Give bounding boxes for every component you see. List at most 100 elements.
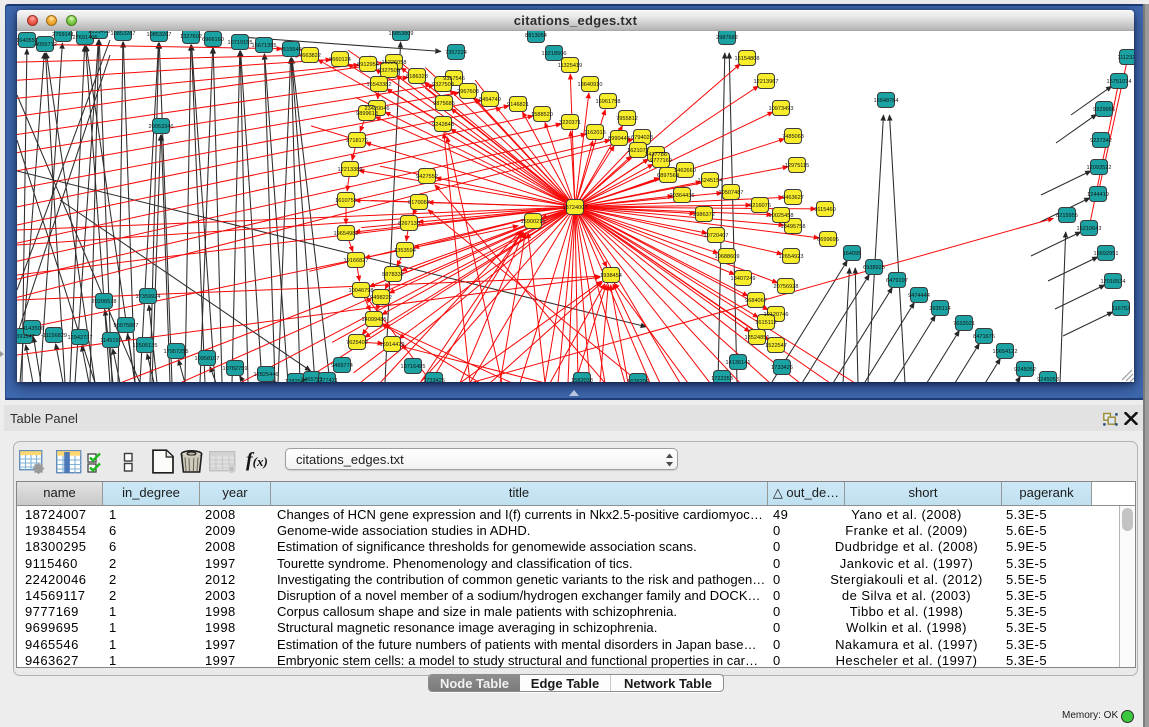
svg-text:14136141: 14136141 (726, 360, 751, 366)
svg-text:8471676: 8471676 (973, 334, 995, 340)
svg-text:8813054: 8813054 (525, 33, 547, 39)
svg-text:20756928: 20756928 (774, 284, 799, 290)
svg-text:17016534: 17016534 (1101, 279, 1126, 285)
svg-text:10025458: 10025458 (769, 213, 794, 219)
svg-text:9031403: 9031403 (88, 31, 110, 35)
svg-text:2769141: 2769141 (52, 32, 74, 38)
svg-text:9245052: 9245052 (1014, 367, 1036, 373)
svg-text:1522547: 1522547 (765, 343, 787, 349)
svg-text:9242848: 9242848 (432, 122, 454, 128)
svg-text:13524851: 13524851 (745, 335, 770, 341)
svg-text:2967608: 2967608 (457, 89, 479, 95)
svg-text:8912954: 8912954 (357, 62, 379, 68)
svg-text:9216076: 9216076 (749, 203, 771, 209)
svg-text:10046798: 10046798 (349, 288, 374, 294)
svg-text:9115460: 9115460 (814, 207, 835, 213)
svg-text:9227342: 9227342 (1090, 138, 1112, 144)
svg-text:12093522: 12093522 (1087, 165, 1112, 171)
svg-text:8267130: 8267130 (398, 221, 420, 227)
svg-text:6794028: 6794028 (631, 135, 653, 141)
svg-text:16914479: 16914479 (380, 342, 405, 348)
svg-text:16671355: 16671355 (252, 43, 277, 49)
svg-text:10720407: 10720407 (704, 233, 729, 239)
svg-text:6479197: 6479197 (886, 278, 908, 284)
svg-text:1615112: 1615112 (755, 320, 776, 326)
svg-text:17359924: 17359924 (136, 294, 161, 300)
svg-text:10973493: 10973493 (769, 106, 794, 112)
svg-text:90975887: 90975887 (114, 323, 139, 329)
svg-text:1162015: 1162015 (584, 130, 605, 136)
svg-text:164095: 164095 (843, 251, 862, 257)
svg-text:15692951: 15692951 (1094, 251, 1119, 257)
svg-text:8454749: 8454749 (479, 97, 501, 103)
svg-text:1938454: 1938454 (600, 273, 622, 279)
svg-text:14099485: 14099485 (362, 317, 387, 323)
svg-text:19166827: 19166827 (344, 258, 369, 264)
svg-text:16648784: 16648784 (874, 98, 899, 104)
svg-text:16853809: 16853809 (389, 31, 414, 37)
svg-text:15900215: 15900215 (521, 219, 546, 225)
svg-text:7955812: 7955812 (616, 116, 638, 122)
svg-text:12213967: 12213967 (754, 79, 779, 85)
svg-text:3277421: 3277421 (316, 378, 338, 382)
svg-text:7632021: 7632021 (953, 321, 975, 327)
svg-text:1588520: 1588520 (531, 112, 553, 118)
svg-text:12825446: 12825446 (254, 372, 279, 378)
svg-text:1582038: 1582038 (571, 378, 593, 382)
svg-text:9463627: 9463627 (782, 195, 804, 201)
svg-text:12942737: 12942737 (68, 335, 93, 341)
svg-text:18724007: 18724007 (563, 205, 588, 211)
svg-text:10120746: 10120746 (764, 312, 789, 318)
svg-text:7357224: 7357224 (445, 50, 467, 56)
svg-text:3220371: 3220371 (559, 120, 581, 126)
svg-text:10782759: 10782759 (223, 366, 248, 372)
svg-text:7625402: 7625402 (346, 340, 368, 346)
svg-text:6966160: 6966160 (202, 37, 224, 43)
svg-text:9327508: 9327508 (432, 82, 454, 88)
svg-text:9498222: 9498222 (370, 295, 392, 301)
svg-text:116753: 116753 (1112, 306, 1130, 312)
svg-text:-4143506: -4143506 (20, 326, 44, 332)
svg-text:2718176: 2718176 (346, 138, 368, 144)
svg-text:10507487: 10507487 (719, 190, 744, 196)
svg-text:12975115: 12975115 (785, 163, 809, 169)
svg-text:8186328: 8186328 (406, 74, 428, 80)
svg-text:18495758: 18495758 (781, 224, 806, 230)
svg-text:12213389: 12213389 (338, 167, 363, 173)
svg-text:9899613: 9899613 (356, 111, 378, 117)
svg-text:1391547: 1391547 (17, 334, 35, 340)
svg-text:8990443: 8990443 (608, 136, 630, 142)
svg-text:9474444: 9474444 (908, 293, 930, 299)
svg-text:8660124: 8660124 (329, 57, 351, 63)
svg-text:9875685: 9875685 (433, 101, 455, 107)
svg-text:12505135: 12505135 (133, 343, 158, 349)
svg-text:19654982: 19654982 (334, 231, 359, 237)
svg-text:11325419: 11325419 (558, 63, 582, 69)
svg-text:10853287: 10853287 (111, 31, 136, 37)
svg-text:18640910: 18640910 (578, 82, 603, 88)
svg-text:1244419: 1244419 (1087, 192, 1109, 198)
svg-text:17957255: 17957255 (164, 349, 189, 355)
svg-text:1112325: 1112325 (1118, 55, 1134, 61)
svg-text:15226058: 15226058 (382, 60, 407, 66)
svg-text:9327509: 9327509 (378, 68, 400, 74)
svg-text:9465774: 9465774 (331, 363, 353, 369)
svg-text:12654923: 12654923 (779, 254, 804, 260)
svg-text:16961758: 16961758 (596, 99, 621, 105)
svg-text:20053346: 20053346 (149, 124, 174, 130)
svg-text:7485063: 7485063 (782, 134, 804, 140)
svg-text:8215955: 8215955 (1056, 213, 1078, 219)
svg-text:7663822: 7663822 (299, 53, 321, 59)
svg-text:2935114: 2935114 (929, 306, 950, 312)
svg-text:16543382: 16543382 (367, 82, 392, 88)
svg-text:8170067: 8170067 (408, 200, 430, 206)
svg-text:27691406: 27691406 (73, 35, 98, 41)
svg-text:8878332: 8878332 (382, 272, 404, 278)
svg-text:1733426: 1733426 (771, 365, 793, 371)
svg-text:9329966: 9329966 (1093, 107, 1115, 113)
svg-text:2986372: 2986372 (693, 212, 715, 218)
svg-text:20206578: 20206578 (92, 299, 117, 305)
svg-text:10688609: 10688609 (715, 254, 740, 260)
svg-text:10719155: 10719155 (228, 40, 253, 46)
svg-text:9777169: 9777169 (650, 158, 672, 164)
